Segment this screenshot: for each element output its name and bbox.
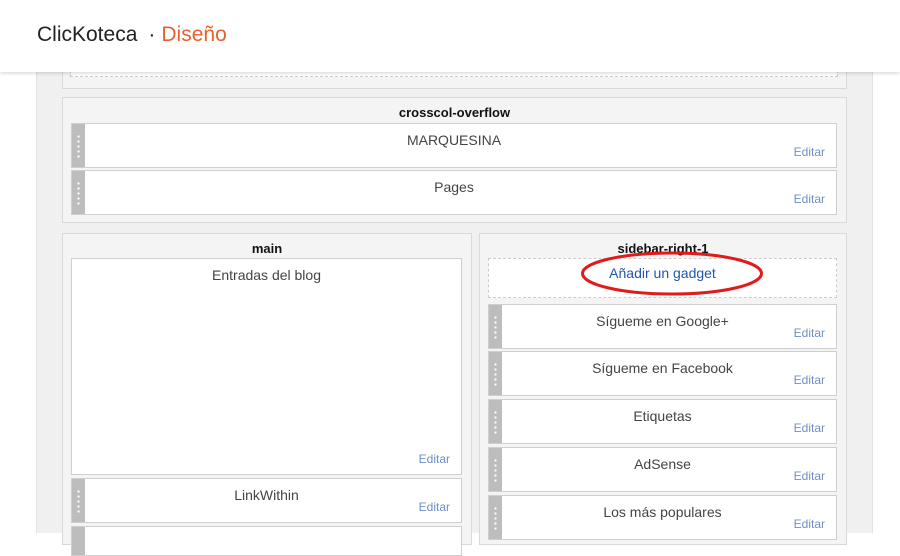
edit-link[interactable]: Editar bbox=[794, 469, 825, 483]
widget-title: LinkWithin bbox=[234, 487, 299, 503]
edit-link[interactable]: Editar bbox=[794, 192, 825, 206]
section-main-title: main bbox=[251, 241, 283, 256]
widget-adsense[interactable]: AdSense Editar bbox=[488, 447, 837, 492]
widget-pages[interactable]: Pages Editar bbox=[71, 170, 837, 215]
drag-handle[interactable] bbox=[72, 527, 85, 555]
highlight-annotation bbox=[581, 251, 763, 296]
widget-title: Entradas del blog bbox=[212, 267, 321, 283]
title-separator: · bbox=[148, 23, 156, 46]
widget-partial[interactable] bbox=[71, 526, 462, 556]
edit-link[interactable]: Editar bbox=[794, 421, 825, 435]
top-bar: ClicKoteca · Diseño bbox=[0, 0, 900, 72]
app-title[interactable]: ClicKoteca bbox=[37, 23, 137, 46]
widget-etiquetas[interactable]: Etiquetas Editar bbox=[488, 399, 837, 444]
widget-title: Sígueme en Facebook bbox=[592, 360, 733, 376]
widget-title: Etiquetas bbox=[633, 408, 692, 424]
widget-entradas-del-blog[interactable]: Entradas del blog Editar bbox=[71, 258, 462, 475]
widget-title: AdSense bbox=[634, 456, 691, 472]
edit-link[interactable]: Editar bbox=[794, 373, 825, 387]
widget-marquesina[interactable]: MARQUESINA Editar bbox=[71, 123, 837, 168]
edit-link[interactable]: Editar bbox=[794, 326, 825, 340]
widget-linkwithin[interactable]: LinkWithin Editar bbox=[71, 478, 462, 523]
brand: ClicKoteca · Diseño bbox=[37, 23, 227, 47]
annotation-ellipse bbox=[581, 251, 763, 296]
widget-title: Pages bbox=[434, 179, 474, 195]
widget-sigueme-google[interactable]: Sígueme en Google+ Editar bbox=[488, 304, 837, 349]
edit-link[interactable]: Editar bbox=[794, 145, 825, 159]
section-title: Diseño bbox=[161, 23, 227, 46]
edit-link[interactable]: Editar bbox=[794, 517, 825, 531]
edit-link[interactable]: Editar bbox=[419, 452, 450, 466]
widget-title: MARQUESINA bbox=[406, 132, 502, 148]
section-crosscol-overflow-title: crosscol-overflow bbox=[398, 105, 511, 120]
widget-title: Los más populares bbox=[603, 504, 722, 520]
widget-los-mas-populares[interactable]: Los más populares Editar bbox=[488, 495, 837, 540]
widget-sigueme-facebook[interactable]: Sígueme en Facebook Editar bbox=[488, 351, 837, 396]
widget-title: Sígueme en Google+ bbox=[596, 313, 729, 329]
edit-link[interactable]: Editar bbox=[419, 500, 450, 514]
